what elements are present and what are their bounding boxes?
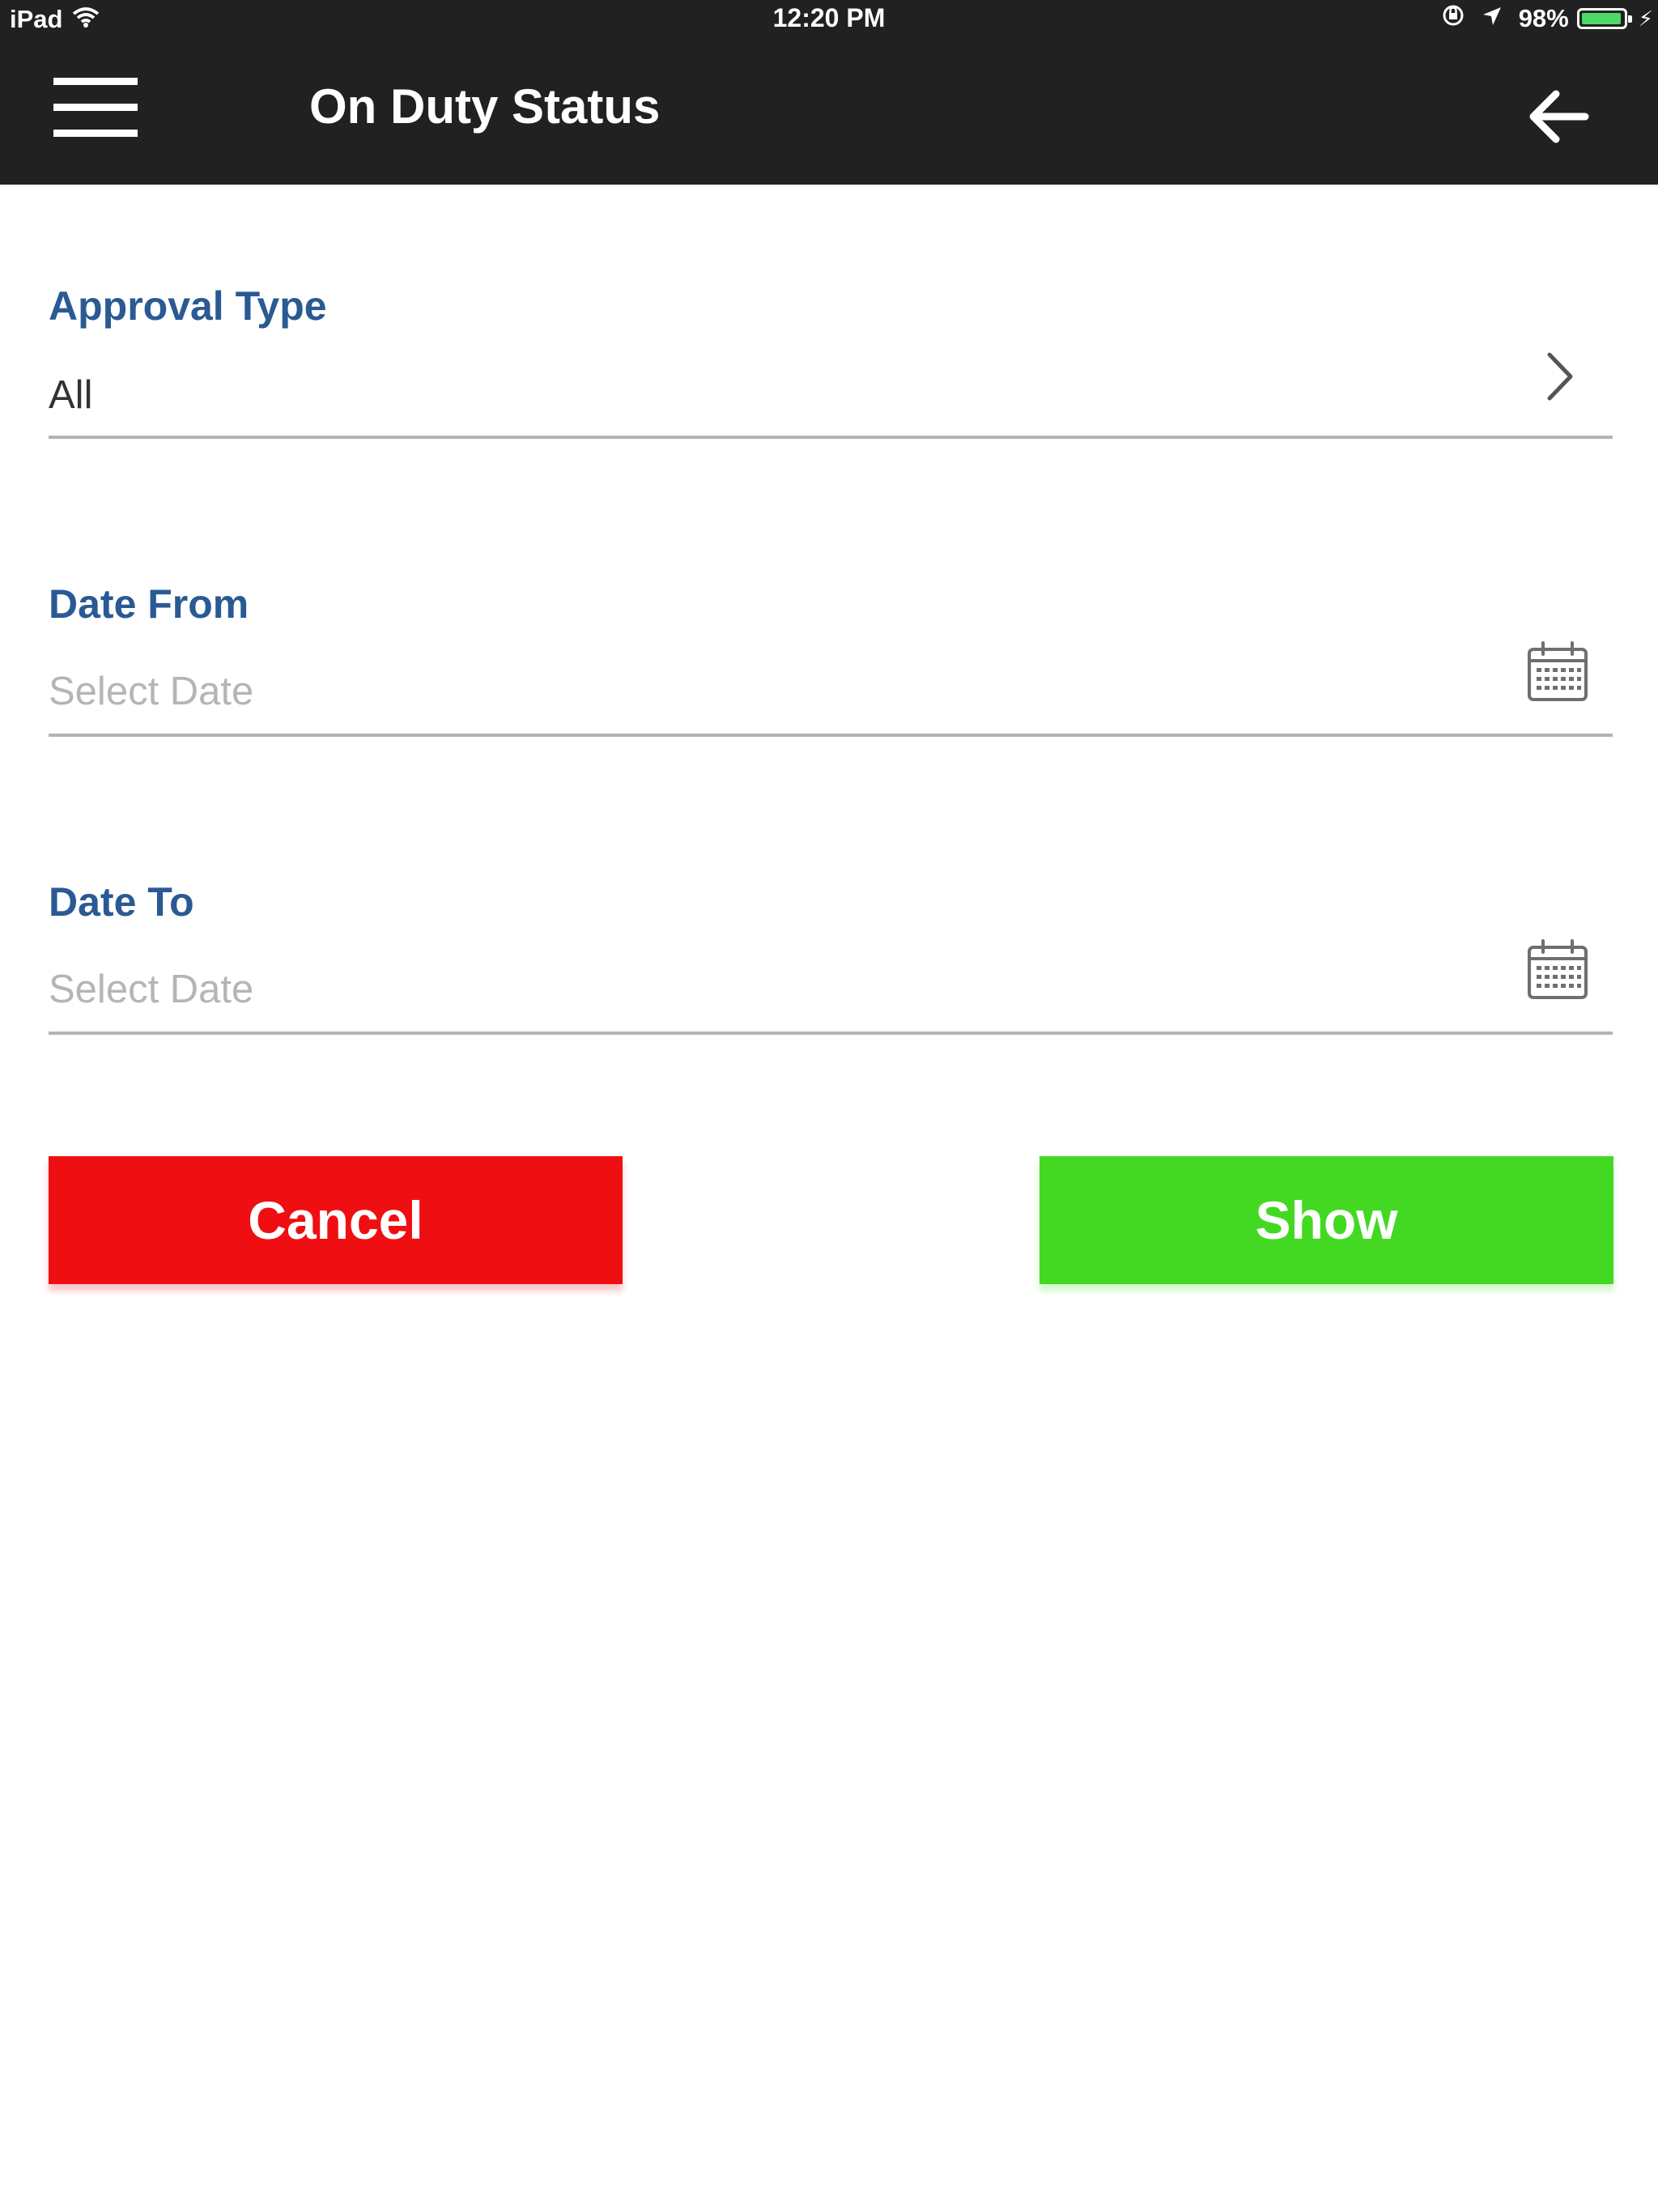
app-header: iPad 12:20 PM 98% ⚡ On Duty Status	[0, 0, 1658, 185]
date-to-label: Date To	[49, 879, 194, 925]
status-time: 12:20 PM	[772, 3, 886, 32]
date-from-label: Date From	[49, 581, 249, 627]
chevron-right-icon[interactable]	[1541, 348, 1577, 405]
date-to-placeholder: Select Date	[49, 968, 254, 1011]
date-to-field[interactable]	[49, 933, 1613, 1030]
battery-percent: 98%	[1518, 4, 1569, 32]
location-arrow-icon	[1482, 4, 1503, 33]
back-arrow-icon[interactable]	[1525, 81, 1590, 146]
calendar-icon[interactable]	[1527, 939, 1588, 1001]
show-button[interactable]: Show	[1039, 1156, 1613, 1284]
status-bar-right: 98% ⚡	[1441, 3, 1653, 34]
date-from-placeholder: Select Date	[49, 670, 254, 713]
approval-type-select[interactable]	[49, 340, 1613, 437]
page-title: On Duty Status	[309, 79, 661, 134]
date-from-field[interactable]	[49, 636, 1613, 734]
approval-type-value: All	[49, 373, 93, 417]
cancel-button[interactable]: Cancel	[49, 1156, 623, 1284]
orientation-lock-icon	[1441, 3, 1465, 34]
battery-icon	[1576, 8, 1632, 29]
date-to-divider	[49, 1032, 1613, 1035]
menu-button[interactable]	[53, 78, 138, 138]
approval-type-divider	[49, 436, 1613, 439]
date-from-divider	[49, 734, 1613, 737]
calendar-icon[interactable]	[1527, 641, 1588, 703]
approval-type-label: Approval Type	[49, 283, 327, 329]
charging-bolt-icon: ⚡	[1638, 6, 1653, 31]
